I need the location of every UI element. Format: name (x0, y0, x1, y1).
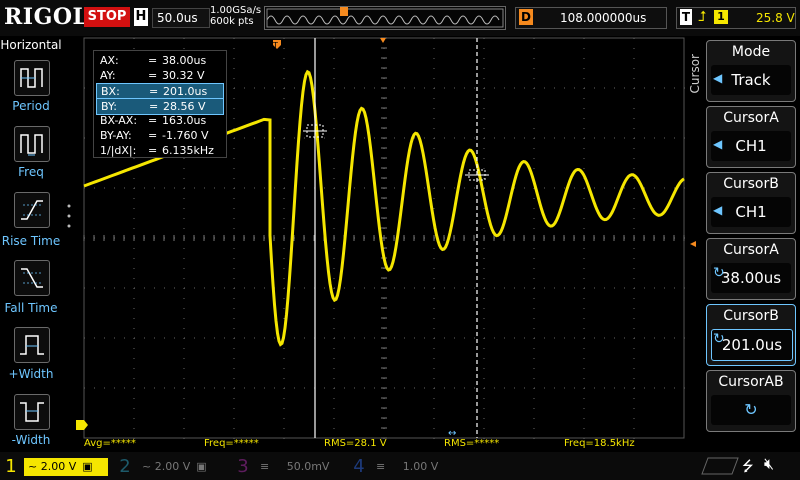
fall-time-button[interactable] (14, 260, 50, 296)
readout-row-by-ay: BY-AY: = -1.760 V (100, 129, 209, 142)
cursor-b-position-softkey[interactable]: CursorB 201.0us ↻ (706, 304, 796, 366)
positive-width-label: +Width (8, 367, 54, 381)
coupling-icon: ≡ (376, 460, 389, 473)
rising-edge-icon: ⮥ (698, 9, 707, 25)
coupling-icon: ≡ (260, 460, 273, 473)
ch3-number: 3 (237, 456, 249, 477)
ch1-number: 1 (5, 456, 17, 477)
fall-time-icon (21, 268, 43, 288)
memory-overview-icon (266, 8, 504, 28)
usb-icon: ⭍ (742, 459, 754, 475)
negative-width-label: -Width (11, 433, 51, 447)
memory-waveform-overview (264, 6, 506, 30)
svg-text:T: T (272, 41, 278, 50)
ch1-indicator[interactable]: 1 ~ 2.00 V ▣ (0, 456, 110, 478)
rise-time-icon (21, 200, 43, 220)
fall-time-label: Fall Time (4, 301, 58, 315)
ch3-indicator[interactable]: 3 ≡ 50.0mV (234, 456, 344, 478)
cursor-a-position-title: CursorA (723, 242, 779, 258)
mode-value: Track (711, 65, 791, 95)
ch2-scale: ~ 2.00 V ▣ (142, 460, 207, 473)
knob-rotate-icon: ↻ (744, 400, 758, 419)
readout-row-inv-dx: 1/|dX|: = 6.135kHz (100, 144, 214, 157)
readout-row-ay: AY: = 30.32 V (100, 69, 205, 82)
cursor-a-position-softkey[interactable]: CursorA 38.00us ↻ (706, 238, 796, 300)
brand-logo: RIGOL (4, 4, 89, 30)
positive-width-icon (20, 335, 44, 355)
freq-icon (20, 134, 43, 156)
ch4-scale: ≡ 1.00 V (376, 460, 439, 473)
readout-row-bx-ax: BX-AX: = 163.0us (100, 114, 207, 127)
dc-coupling-icon: ~ (28, 460, 41, 473)
cursor-readout-panel: AX: = 38.00us AY: = 30.32 V BX: = 201.0us BY: =… (93, 50, 227, 158)
trigger-badge: T (680, 9, 692, 25)
measurement-bar: Avg=***** Freq=***** RMS=28.1 V RMS=****… (76, 438, 704, 452)
cursor-a-source-value: CH1 (711, 131, 791, 161)
cursor-b-source-value: CH1 (711, 197, 791, 227)
dc-coupling-icon: ~ (142, 460, 155, 473)
ch2-number: 2 (119, 456, 131, 477)
readout-row-ax: AX: = 38.00us (100, 54, 207, 67)
period-icon (20, 68, 43, 88)
cursor-ab-value: ↻ (711, 395, 791, 425)
trigger-source: 1 (714, 10, 728, 24)
status-parallelogram-icon (701, 457, 739, 475)
trigger-position-marker (340, 7, 348, 16)
cursor-ab-title: CursorAB (718, 374, 784, 390)
meas-rms-2: RMS=***** (444, 438, 500, 449)
horizontal-badge: H (134, 8, 148, 26)
freq-button[interactable] (14, 126, 50, 162)
trigger-level: 25.8 V (756, 11, 795, 25)
bandwidth-icon: ▣ (196, 460, 207, 473)
bandwidth-icon: ▣ (82, 460, 93, 473)
mode-title: Mode (731, 44, 771, 60)
cursor-b-source-title: CursorB (723, 176, 779, 192)
meas-freq-1: Freq=***** (204, 438, 259, 449)
freq-label: Freq (18, 165, 44, 179)
cursor-a-source-title: CursorA (723, 110, 779, 126)
negative-width-icon (20, 402, 44, 422)
ch2-indicator[interactable]: 2 ~ 2.00 V ▣ (116, 456, 226, 478)
mode-softkey[interactable]: Mode Track ◀ (706, 40, 796, 102)
period-button[interactable] (14, 60, 50, 96)
cursor-a-source-softkey[interactable]: CursorA CH1 ◀ (706, 106, 796, 168)
rise-time-button[interactable] (14, 192, 50, 228)
memory-depth: 600k pts (210, 16, 254, 27)
left-arrow-icon: ◀ (713, 71, 723, 85)
timebase-value[interactable]: 50.0us (152, 8, 210, 28)
meas-rms-1: RMS=28.1 V (324, 438, 387, 449)
ch4-indicator[interactable]: 4 ≡ 1.00 V (350, 456, 460, 478)
delay-value: 108.000000us (560, 11, 647, 25)
positive-width-button[interactable] (14, 327, 50, 363)
knob-rotate-icon: ↻ (713, 265, 725, 281)
ch3-scale: ≡ 50.0mV (260, 460, 330, 473)
ch4-number: 4 (353, 456, 365, 477)
cursor-b-source-softkey[interactable]: CursorB CH1 ◀ (706, 172, 796, 234)
panel-scroll-dots-icon[interactable] (66, 40, 72, 420)
sample-rate: 1.00GSa/s (210, 5, 262, 16)
left-arrow-icon: ◀ (713, 137, 723, 151)
period-label: Period (12, 99, 50, 113)
speaker-mute-icon[interactable]: 🔇︎ (764, 454, 774, 474)
knob-rotate-icon: ↻ (713, 331, 725, 347)
meas-freq-2: Freq=18.5kHz (564, 438, 635, 449)
cursor-b-position-title: CursorB (723, 308, 779, 324)
cursor-menu-label: Cursor (688, 54, 702, 94)
delay-badge: D (519, 9, 533, 25)
negative-width-button[interactable] (14, 394, 50, 430)
meas-avg: Avg=***** (84, 438, 136, 449)
rise-time-label: Rise Time (1, 234, 61, 248)
run-stop-indicator[interactable]: STOP (84, 7, 130, 27)
left-arrow-icon: ◀ (713, 203, 723, 217)
ch1-scale: ~ 2.00 V ▣ (24, 458, 108, 476)
cursor-ab-softkey[interactable]: CursorAB ↻ (706, 370, 796, 432)
measure-panel-title: Horizontal (0, 38, 62, 52)
